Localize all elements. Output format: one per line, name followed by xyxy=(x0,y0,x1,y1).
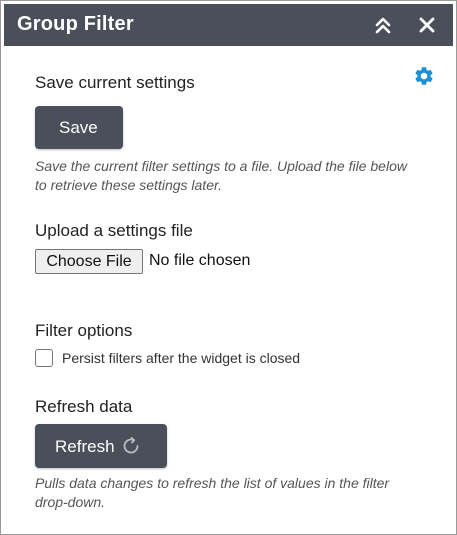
collapse-button[interactable] xyxy=(372,14,394,36)
close-button[interactable] xyxy=(416,14,438,36)
panel-title: Group Filter xyxy=(17,13,134,35)
save-hint: Save the current filter settings to a fi… xyxy=(35,158,407,193)
persist-filters-label[interactable]: Persist filters after the widget is clos… xyxy=(62,350,300,366)
save-button[interactable]: Save xyxy=(35,106,123,149)
refresh-button-label: Refresh xyxy=(55,437,115,456)
file-status-text: No file chosen xyxy=(149,252,251,269)
refresh-icon xyxy=(121,436,141,456)
save-button-label: Save xyxy=(59,118,98,137)
upload-section-title: Upload a settings file xyxy=(35,221,193,240)
refresh-button[interactable]: Refresh xyxy=(35,424,167,468)
choose-file-button[interactable]: Choose File xyxy=(35,249,143,274)
panel-header: Group Filter xyxy=(4,4,453,46)
refresh-hint: Pulls data changes to refresh the list o… xyxy=(35,475,390,510)
double-chevron-up-icon xyxy=(375,17,391,34)
filter-options-title: Filter options xyxy=(35,321,133,340)
persist-filters-checkbox[interactable] xyxy=(35,349,53,367)
settings-button[interactable] xyxy=(413,65,435,87)
group-filter-panel: Group Filter Save current settings Save … xyxy=(0,0,457,535)
close-icon xyxy=(419,17,435,33)
save-section-title: Save current settings xyxy=(35,73,195,92)
gear-icon xyxy=(415,67,433,85)
refresh-section-title: Refresh data xyxy=(35,397,133,416)
